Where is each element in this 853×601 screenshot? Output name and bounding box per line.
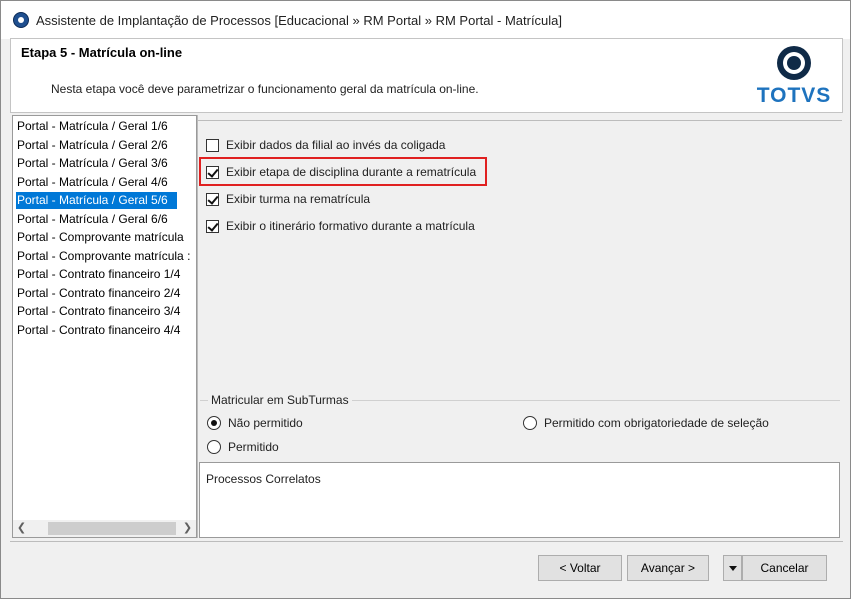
step-list-item[interactable]: Portal - Contrato financeiro 3/4 [16, 303, 196, 320]
check-icon [207, 193, 219, 205]
step-list-item[interactable]: Portal - Matrícula / Geral 4/6 [16, 174, 196, 191]
caret-down-icon [728, 565, 737, 571]
option-label: Exibir o itinerário formativo durante a … [226, 219, 475, 233]
radio-button[interactable] [207, 416, 221, 430]
radio-label: Permitido [228, 440, 279, 454]
totvs-logo-text: TOTVS [756, 84, 832, 107]
step-list-item[interactable]: Portal - Comprovante matrícula : [16, 248, 196, 265]
step-description: Nesta etapa você deve parametrizar o fun… [51, 82, 479, 96]
radio-button[interactable] [207, 440, 221, 454]
title-bar: Assistente de Implantação de Processos [… [1, 1, 850, 39]
totvs-logo: TOTVS [754, 44, 834, 108]
app-icon [13, 12, 29, 28]
highlight-annotation [199, 157, 487, 186]
chevron-left-icon[interactable]: ❮ [13, 520, 30, 537]
back-button[interactable]: < Voltar [538, 555, 622, 581]
checkbox[interactable] [206, 220, 219, 233]
dropdown-button[interactable] [723, 555, 742, 581]
subturmas-group: Matricular em SubTurmas Não permitido Pe… [200, 393, 840, 461]
step-title: Etapa 5 - Matrícula on-line [21, 45, 183, 60]
step-list-item[interactable]: Portal - Matrícula / Geral 6/6 [16, 211, 196, 228]
radio-label: Permitido com obrigatoriedade de seleção [544, 416, 769, 430]
cancel-button[interactable]: Cancelar [742, 555, 827, 581]
step-header: Etapa 5 - Matrícula on-line Nesta etapa … [10, 38, 843, 113]
checkbox[interactable] [206, 193, 219, 206]
checkbox[interactable] [206, 139, 219, 152]
step-list-item[interactable]: Portal - Contrato financeiro 2/4 [16, 285, 196, 302]
step-list-item[interactable]: Portal - Contrato financeiro 1/4 [16, 266, 196, 283]
step-list-item[interactable]: Portal - Matrícula / Geral 1/6 [16, 118, 196, 135]
totvs-logo-icon [777, 46, 811, 80]
check-icon [207, 220, 219, 232]
window-title: Assistente de Implantação de Processos [… [36, 13, 563, 28]
scrollbar-thumb[interactable] [48, 522, 176, 535]
group-title: Matricular em SubTurmas [208, 393, 352, 407]
step-list-item-selected[interactable]: Portal - Matrícula / Geral 5/6 [16, 192, 177, 209]
related-processes-title: Processos Correlatos [206, 472, 321, 486]
next-button[interactable]: Avançar > [627, 555, 709, 581]
step-list-item[interactable]: Portal - Matrícula / Geral 3/6 [16, 155, 196, 172]
option-label: Exibir turma na rematrícula [226, 192, 371, 206]
step-list[interactable]: Portal - Matrícula / Geral 1/6 Portal - … [12, 115, 197, 538]
radio-label: Não permitido [228, 416, 303, 430]
option-label: Exibir dados da filial ao invés da colig… [226, 138, 446, 152]
step-list-item[interactable]: Portal - Matrícula / Geral 2/6 [16, 137, 196, 154]
chevron-right-icon[interactable]: ❯ [179, 520, 196, 537]
related-processes-panel: Processos Correlatos [199, 462, 840, 538]
step-list-item[interactable]: Portal - Contrato financeiro 4/4 [16, 322, 196, 339]
footer-divider [10, 541, 843, 542]
wizard-window: Assistente de Implantação de Processos [… [0, 0, 851, 599]
step-list-item[interactable]: Portal - Comprovante matrícula [16, 229, 196, 246]
horizontal-scrollbar[interactable]: ❮ ❯ [13, 520, 196, 537]
radio-button[interactable] [523, 416, 537, 430]
